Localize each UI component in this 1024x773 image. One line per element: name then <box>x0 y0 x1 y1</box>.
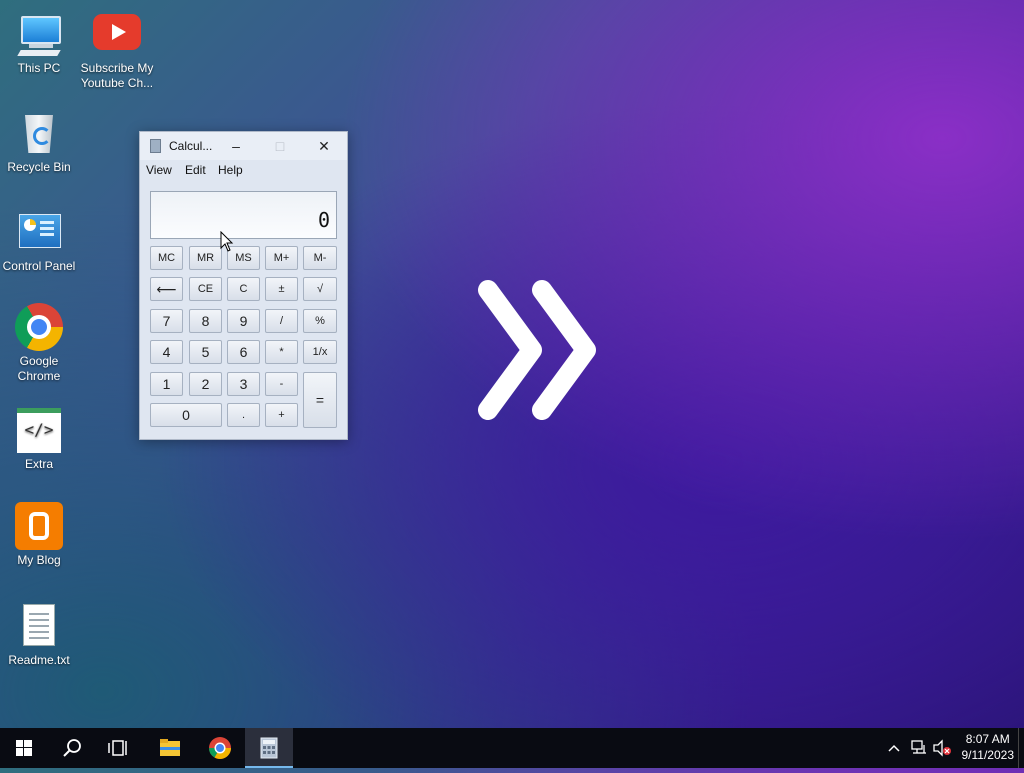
key-mc[interactable]: MC <box>150 246 183 270</box>
key-ce[interactable]: CE <box>189 277 222 301</box>
key-2[interactable]: 2 <box>189 372 222 396</box>
key-6[interactable]: 6 <box>227 340 260 364</box>
desktop-icon-label: Recycle Bin <box>7 160 71 174</box>
chrome-taskbar-button[interactable] <box>196 728 244 768</box>
calculator-titlebar[interactable]: Calcul... – □ ✕ <box>140 132 347 160</box>
key-sqrt[interactable]: √ <box>303 277 337 301</box>
key-multiply[interactable]: * <box>265 340 298 364</box>
key-c[interactable]: C <box>227 277 260 301</box>
key-m-plus[interactable]: M+ <box>265 246 298 270</box>
key-equals[interactable]: = <box>303 372 337 428</box>
key-4[interactable]: 4 <box>150 340 183 364</box>
taskbar-clock[interactable]: 8:07 AM 9/11/2023 <box>962 731 1015 763</box>
show-hidden-icons-chevron-icon[interactable] <box>886 740 902 756</box>
key-subtract[interactable]: - <box>265 372 298 396</box>
desktop-icon-this-pc[interactable]: This PC <box>1 10 77 76</box>
desktop-icon-google-chrome[interactable]: Google Chrome <box>1 303 77 384</box>
file-explorer-button[interactable] <box>146 728 194 768</box>
key-7[interactable]: 7 <box>150 309 183 333</box>
key-divide[interactable]: / <box>265 309 298 333</box>
minimize-button[interactable]: – <box>214 132 258 160</box>
display-value: 0 <box>317 208 330 232</box>
key-1[interactable]: 1 <box>150 372 183 396</box>
windows-icon <box>16 740 32 756</box>
calculator-icon <box>260 737 278 759</box>
chrome-icon <box>15 303 63 351</box>
calculator-taskbar-button[interactable] <box>245 728 293 768</box>
double-chevron-icon <box>478 280 596 420</box>
desktop-icon-label: Extra <box>24 457 53 471</box>
key-mr[interactable]: MR <box>189 246 222 270</box>
window-title: Calcul... <box>169 139 213 153</box>
key-backspace[interactable]: ⟵ <box>150 277 183 301</box>
key-8[interactable]: 8 <box>189 309 222 333</box>
task-view-button[interactable] <box>96 728 144 768</box>
clock-time: 8:07 AM <box>965 732 1010 746</box>
file-explorer-icon <box>160 739 180 756</box>
computer-icon <box>15 10 63 58</box>
calculator-display: 0 <box>150 191 337 239</box>
mouse-cursor-icon <box>220 231 234 252</box>
key-plus-minus[interactable]: ± <box>265 277 298 301</box>
menu-edit[interactable]: Edit <box>185 163 206 177</box>
desktop-icon-my-blog[interactable]: My Blog <box>1 502 77 568</box>
menu-view[interactable]: View <box>146 163 172 177</box>
menu-help[interactable]: Help <box>218 163 243 177</box>
key-3[interactable]: 3 <box>227 372 260 396</box>
desktop-icon-control-panel[interactable]: Control Panel <box>1 208 77 274</box>
key-reciprocal[interactable]: 1/x <box>303 340 337 364</box>
volume-muted-icon[interactable] <box>932 739 952 757</box>
desktop-icon-extra[interactable]: </> Extra <box>1 406 77 472</box>
desktop-icon-label: My Blog <box>17 553 61 567</box>
network-icon[interactable] <box>910 739 928 757</box>
desktop-icon-label: Subscribe My Youtube Ch... <box>80 61 154 90</box>
desktop-icon-label: Readme.txt <box>8 653 70 667</box>
show-desktop-button[interactable] <box>1018 728 1024 768</box>
calculator-icon <box>150 139 161 153</box>
blogger-icon <box>15 502 63 550</box>
desktop-icon-label: Google Chrome <box>17 354 61 383</box>
search-icon <box>63 739 81 757</box>
calculator-window[interactable]: Calcul... – □ ✕ View Edit Help 0 MC MR M… <box>139 131 348 440</box>
desktop-icon-recycle-bin[interactable]: Recycle Bin <box>1 109 77 175</box>
key-decimal[interactable]: . <box>227 403 260 427</box>
clock-date: 9/11/2023 <box>961 748 1015 762</box>
close-button[interactable]: ✕ <box>302 132 346 160</box>
search-button[interactable] <box>48 728 96 768</box>
text-file-icon <box>15 602 63 650</box>
code-file-icon: </> <box>15 406 63 454</box>
start-button[interactable] <box>0 728 48 768</box>
key-0[interactable]: 0 <box>150 403 222 427</box>
recycle-bin-icon <box>15 109 63 157</box>
key-9[interactable]: 9 <box>227 309 260 333</box>
desktop-icon-label: This PC <box>17 61 61 75</box>
desktop-icon-readme[interactable]: Readme.txt <box>1 602 77 668</box>
key-percent[interactable]: % <box>303 309 337 333</box>
taskbar: 8:07 AM 9/11/2023 <box>0 728 1024 768</box>
key-m-minus[interactable]: M- <box>303 246 337 270</box>
chrome-icon <box>209 737 231 759</box>
desktop-icon-youtube[interactable]: Subscribe My Youtube Ch... <box>79 10 155 91</box>
menu-bar: View Edit Help <box>140 160 347 182</box>
desktop-icon-label: Control Panel <box>2 259 76 273</box>
maximize-button[interactable]: □ <box>258 132 302 160</box>
control-panel-icon <box>15 208 63 256</box>
key-5[interactable]: 5 <box>189 340 222 364</box>
task-view-icon <box>108 740 127 756</box>
youtube-icon <box>93 10 141 58</box>
key-add[interactable]: + <box>265 403 298 427</box>
